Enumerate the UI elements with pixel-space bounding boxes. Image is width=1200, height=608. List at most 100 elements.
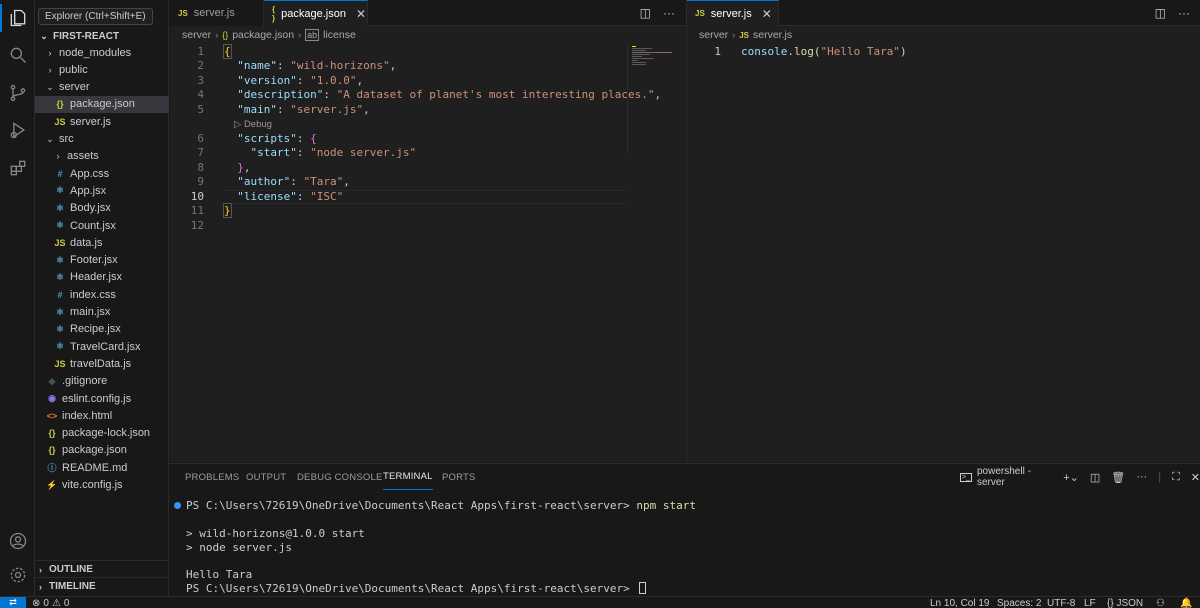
- tree-item[interactable]: ⚛ App.jsx: [35, 182, 169, 199]
- tree-item[interactable]: › node_modules: [35, 44, 169, 61]
- tab-debug-console[interactable]: DEBUG CONSOLE: [297, 464, 382, 490]
- tree-item-label: package.json: [62, 444, 127, 457]
- explorer-icon[interactable]: [0, 0, 35, 36]
- split-editor-icon[interactable]: ◫: [1155, 6, 1166, 20]
- tree-item[interactable]: # index.css: [35, 286, 169, 303]
- tab-server-js[interactable]: JS server.js: [170, 0, 264, 26]
- notifications-bell-icon[interactable]: 🔔: [1180, 597, 1192, 608]
- copilot-icon[interactable]: ⚇: [1156, 597, 1165, 608]
- more-actions-icon[interactable]: ···: [1178, 6, 1190, 20]
- more-actions-icon[interactable]: ···: [663, 6, 675, 20]
- error-icon: ⊗: [32, 597, 41, 608]
- tree-item-label: TravelCard.jsx: [70, 340, 141, 353]
- close-tab-icon[interactable]: ✕: [762, 7, 772, 21]
- tab-terminal[interactable]: TERMINAL: [383, 464, 433, 490]
- tab-server-js-right[interactable]: JS server.js ✕: [687, 0, 779, 26]
- breadcrumb-server-js[interactable]: server.js: [753, 29, 792, 41]
- tree-item[interactable]: ⌄ server: [35, 79, 169, 96]
- tree-item[interactable]: › public: [35, 61, 169, 78]
- terminal-line: > wild-horizons@1.0.0 start: [186, 526, 365, 540]
- activity-bar: [0, 0, 35, 596]
- close-tab-icon[interactable]: ✕: [356, 7, 366, 21]
- timeline-section[interactable]: › TIMELINE: [35, 577, 169, 595]
- tree-item[interactable]: {} package-lock.json: [35, 425, 169, 442]
- terminal-cursor: [639, 582, 647, 594]
- tab-problems[interactable]: PROBLEMS: [185, 464, 239, 490]
- tree-item-label: server: [59, 81, 90, 94]
- more-actions-icon[interactable]: ···: [1136, 471, 1147, 483]
- tree-item[interactable]: ⚛ Body.jsx: [35, 200, 169, 217]
- tree-item[interactable]: ⓘ README.md: [35, 459, 169, 476]
- settings-gear-icon[interactable]: [0, 557, 35, 593]
- tree-item[interactable]: {} package.json: [35, 95, 169, 113]
- extensions-icon[interactable]: [0, 150, 35, 186]
- terminal-selector[interactable]: >_ powershell - server: [960, 466, 1052, 488]
- terminal-line: PS C:\Users\72619\OneDrive\Documents\Rea…: [174, 498, 696, 512]
- new-terminal-icon[interactable]: +⌄: [1063, 471, 1079, 484]
- react-file-icon: ⚛: [55, 202, 65, 213]
- tree-item-label: main.jsx: [70, 306, 111, 318]
- search-icon[interactable]: [0, 37, 35, 73]
- close-panel-icon[interactable]: ✕: [1191, 471, 1200, 484]
- line-ending[interactable]: LF: [1084, 597, 1096, 608]
- editor-actions-right: ◫ ···: [1155, 0, 1190, 26]
- tree-item[interactable]: ⚡ vite.config.js: [35, 477, 169, 494]
- tree-item-label: App.jsx: [70, 184, 107, 197]
- tree-item[interactable]: JS travelData.js: [35, 355, 169, 372]
- maximize-panel-icon[interactable]: ⛶: [1172, 471, 1180, 484]
- workspace-root[interactable]: ⌄ FIRST-REACT: [35, 28, 169, 45]
- js-file-icon: JS: [178, 8, 188, 18]
- tree-item[interactable]: ⚛ Header.jsx: [35, 269, 169, 286]
- breadcrumb-package-json[interactable]: package.json: [232, 29, 294, 41]
- tree-item[interactable]: ⚛ TravelCard.jsx: [35, 338, 169, 355]
- tree-item[interactable]: ⚛ Footer.jsx: [35, 252, 169, 269]
- tree-item[interactable]: ◆ .gitignore: [35, 373, 169, 390]
- minimap[interactable]: [627, 44, 683, 154]
- tree-item-label: package.json: [70, 98, 135, 111]
- chevron-icon: ›: [56, 151, 60, 162]
- tree-item[interactable]: # App.css: [35, 165, 169, 182]
- tree-item-label: README.md: [62, 461, 128, 474]
- tree-item-label: eslint.config.js: [62, 392, 132, 405]
- cursor-position[interactable]: Ln 10, Col 19: [930, 597, 990, 608]
- tree-item[interactable]: JS server.js: [35, 113, 169, 130]
- tree-item[interactable]: ⚛ main.jsx: [35, 304, 169, 321]
- language-mode[interactable]: {} JSON: [1107, 597, 1143, 608]
- json-file-icon: {}: [56, 99, 64, 110]
- split-terminal-icon[interactable]: ◫: [1090, 471, 1100, 484]
- trash-icon[interactable]: 🗑: [1111, 471, 1125, 484]
- account-icon[interactable]: [0, 523, 35, 559]
- tab-output[interactable]: OUTPUT: [246, 464, 286, 490]
- tree-item-label: Count.jsx: [70, 219, 116, 232]
- indentation[interactable]: Spaces: 2: [997, 597, 1041, 608]
- tree-item[interactable]: › assets: [35, 148, 169, 165]
- tree-item[interactable]: ⚛ Recipe.jsx: [35, 321, 169, 338]
- debug-codelens[interactable]: ▷ Debug: [234, 119, 272, 131]
- run-debug-icon[interactable]: [0, 112, 35, 148]
- tree-item[interactable]: JS data.js: [35, 234, 169, 251]
- tab-package-json[interactable]: { } package.json ✕: [264, 0, 368, 26]
- breadcrumb-server[interactable]: server: [182, 29, 211, 41]
- problems-status[interactable]: ⊗ 0 ⚠ 0: [32, 597, 69, 608]
- react-file-icon: ⚛: [55, 220, 65, 230]
- terminal-prompt[interactable]: PS C:\Users\72619\OneDrive\Documents\Rea…: [186, 581, 647, 595]
- tree-item[interactable]: <> index.html: [35, 407, 169, 424]
- source-control-icon[interactable]: [0, 75, 35, 111]
- tree-item[interactable]: ⌄ src: [35, 131, 169, 148]
- tab-bar: JS server.js { } package.json ✕ ◫ ···: [170, 0, 685, 26]
- tab-ports[interactable]: PORTS: [442, 464, 476, 490]
- tree-item-label: node_modules: [59, 46, 132, 59]
- tree-item[interactable]: {} package.json: [35, 442, 169, 459]
- react-file-icon: ⚛: [55, 185, 65, 196]
- remote-icon[interactable]: ⇄: [0, 596, 26, 608]
- breadcrumb-server[interactable]: server: [699, 29, 728, 41]
- breadcrumb-license[interactable]: license: [323, 29, 356, 41]
- tree-item[interactable]: ⚛ Count.jsx: [35, 217, 169, 234]
- tree-item[interactable]: ◉ eslint.config.js: [35, 390, 169, 407]
- outline-section[interactable]: › OUTLINE: [35, 560, 169, 578]
- encoding[interactable]: UTF-8: [1047, 597, 1075, 608]
- json-file-icon: { }: [272, 4, 276, 23]
- explorer-tooltip: Explorer (Ctrl+Shift+E): [38, 8, 153, 25]
- split-editor-icon[interactable]: ◫: [640, 6, 651, 20]
- react-file-icon: ⚛: [55, 271, 65, 282]
